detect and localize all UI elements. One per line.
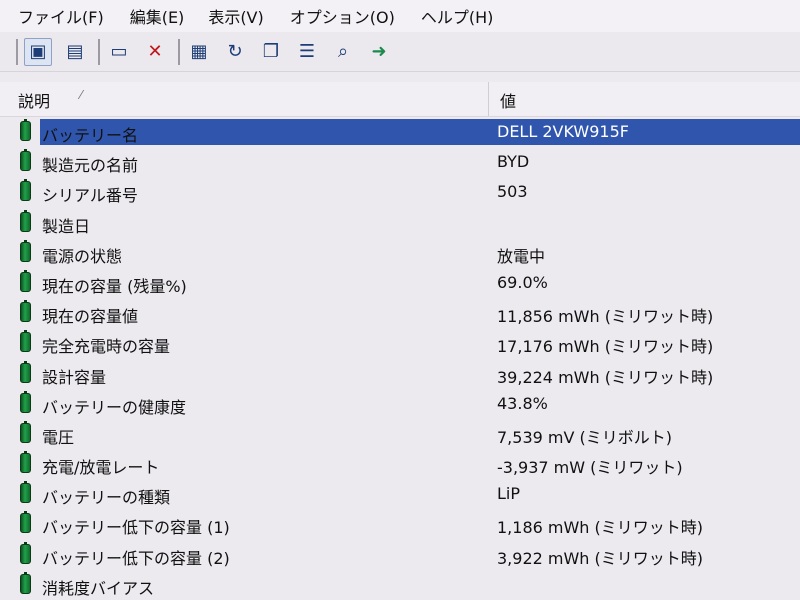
list-item[interactable]: バッテリー低下の容量 (1) 1,186 mWh (ミリワット時) bbox=[0, 508, 800, 538]
item-value: 放電中 bbox=[497, 246, 546, 266]
column-header: 説明 ⁄ 値 bbox=[0, 82, 800, 117]
battery-icon bbox=[20, 149, 31, 172]
item-value: 3,922 mWh (ミリワット時) bbox=[497, 548, 704, 568]
item-label: 電源の状態 bbox=[42, 246, 123, 266]
menu-file[interactable]: ファイル(F) bbox=[18, 4, 104, 28]
sort-icon: ⁄ bbox=[80, 88, 83, 102]
item-value: BYD bbox=[497, 152, 530, 172]
battery-icon bbox=[20, 571, 31, 594]
item-value: DELL 2VKW915F bbox=[497, 122, 629, 141]
battery-icon bbox=[20, 451, 31, 474]
battery-info-list: バッテリー名 DELL 2VKW915F 製造元の名前 BYD シリアル番号 5… bbox=[0, 116, 800, 599]
menu-help[interactable]: ヘルプ(H) bbox=[421, 4, 494, 28]
item-value: LiP bbox=[497, 484, 521, 504]
item-value: 1,186 mWh (ミリワット時) bbox=[497, 518, 704, 538]
menu-edit[interactable]: 編集(E) bbox=[130, 4, 185, 28]
item-label: バッテリー低下の容量 (1) bbox=[42, 518, 230, 538]
item-value: 17,176 mWh (ミリワット時) bbox=[497, 337, 714, 357]
item-label: 完全充電時の容量 bbox=[42, 337, 171, 357]
properties-icon[interactable]: ☰ bbox=[294, 39, 320, 65]
battery-icon bbox=[20, 360, 31, 383]
list-item[interactable]: 消耗度バイアス bbox=[0, 569, 800, 599]
menu-options[interactable]: オプション(O) bbox=[290, 4, 395, 28]
window-icon[interactable]: ▭ bbox=[106, 39, 132, 65]
refresh-icon[interactable]: ↻ bbox=[222, 39, 248, 65]
item-value: 11,856 mWh (ミリワット時) bbox=[497, 307, 714, 327]
copy-icon[interactable]: ❐ bbox=[258, 39, 284, 65]
list-item[interactable]: バッテリー低下の容量 (2) 3,922 mWh (ミリワット時) bbox=[0, 539, 800, 569]
list-item[interactable]: 製造日 bbox=[0, 207, 800, 237]
item-value: 39,224 mWh (ミリワット時) bbox=[497, 367, 714, 387]
battery-icon bbox=[20, 511, 31, 534]
list-item[interactable]: 設計容量 39,224 mWh (ミリワット時) bbox=[0, 358, 800, 388]
list-item[interactable]: バッテリー名 DELL 2VKW915F bbox=[0, 116, 800, 146]
list-item[interactable]: 現在の容量 (残量%) 69.0% bbox=[0, 267, 800, 297]
item-value: 69.0% bbox=[497, 272, 548, 292]
exit-icon[interactable]: ➜ bbox=[366, 39, 392, 65]
item-label: 現在の容量値 bbox=[42, 307, 139, 327]
item-label: 設計容量 bbox=[42, 367, 107, 387]
item-label: バッテリー名 bbox=[42, 126, 139, 145]
column-divider[interactable] bbox=[488, 82, 489, 116]
item-value: 7,539 mV (ミリボルト) bbox=[497, 427, 672, 447]
item-label: 充電/放電レート bbox=[42, 458, 160, 478]
battery-icon bbox=[20, 209, 31, 232]
selection-highlight bbox=[40, 119, 800, 145]
clipboard-icon[interactable]: ▤ bbox=[62, 39, 88, 65]
column-value[interactable]: 値 bbox=[500, 88, 516, 112]
item-label: バッテリーの健康度 bbox=[42, 397, 187, 417]
find-icon[interactable]: ⌕ bbox=[330, 39, 356, 65]
item-value: 503 bbox=[497, 182, 528, 202]
item-label: 消耗度バイアス bbox=[42, 578, 155, 598]
item-label: 電圧 bbox=[42, 427, 75, 447]
toolbar-separator bbox=[178, 38, 180, 65]
battery-icon bbox=[20, 390, 31, 413]
toolbar: ▣ ▤ ▭ ✕ ▦ ↻ ❐ ☰ ⌕ ➜ bbox=[0, 32, 800, 72]
battery-icon bbox=[20, 481, 31, 504]
menu-bar: ファイル(F) 編集(E) 表示(V) オプション(O) ヘルプ(H) bbox=[0, 0, 800, 32]
list-item[interactable]: 現在の容量値 11,856 mWh (ミリワット時) bbox=[0, 297, 800, 327]
battery-icon bbox=[20, 239, 31, 262]
item-label: 製造元の名前 bbox=[42, 156, 139, 176]
delete-icon[interactable]: ✕ bbox=[142, 39, 168, 65]
item-label: 製造日 bbox=[42, 216, 91, 236]
battery-icon bbox=[20, 119, 31, 141]
view-icon[interactable]: ▣ bbox=[24, 37, 52, 66]
list-item[interactable]: バッテリーの健康度 43.8% bbox=[0, 388, 800, 418]
list-item[interactable]: 電圧 7,539 mV (ミリボルト) bbox=[0, 418, 800, 448]
item-label: バッテリー低下の容量 (2) bbox=[42, 548, 230, 568]
list-item[interactable]: バッテリーの種類 LiP bbox=[0, 478, 800, 508]
list-item[interactable]: 電源の状態 放電中 bbox=[0, 237, 800, 267]
item-label: バッテリーの種類 bbox=[42, 488, 171, 508]
item-label: シリアル番号 bbox=[42, 186, 138, 206]
list-item[interactable]: 充電/放電レート -3,937 mW (ミリワット) bbox=[0, 448, 800, 478]
battery-icon bbox=[20, 330, 31, 353]
battery-icon bbox=[20, 179, 31, 202]
battery-icon bbox=[20, 420, 31, 443]
list-item[interactable]: シリアル番号 503 bbox=[0, 176, 800, 206]
menu-view[interactable]: 表示(V) bbox=[208, 4, 263, 28]
item-value: -3,937 mW (ミリワット) bbox=[497, 458, 683, 478]
toolbar-separator bbox=[98, 38, 100, 65]
item-label: 現在の容量 (残量%) bbox=[42, 276, 187, 296]
battery-icon bbox=[20, 300, 31, 323]
list-item[interactable]: 完全充電時の容量 17,176 mWh (ミリワット時) bbox=[0, 327, 800, 357]
list-item[interactable]: 製造元の名前 BYD bbox=[0, 146, 800, 176]
column-description[interactable]: 説明 bbox=[18, 88, 50, 112]
battery-icon bbox=[20, 269, 31, 292]
save-icon[interactable]: ▦ bbox=[186, 39, 212, 65]
item-value: 43.8% bbox=[497, 393, 548, 413]
battery-icon bbox=[20, 541, 31, 564]
toolbar-grip bbox=[16, 38, 18, 65]
